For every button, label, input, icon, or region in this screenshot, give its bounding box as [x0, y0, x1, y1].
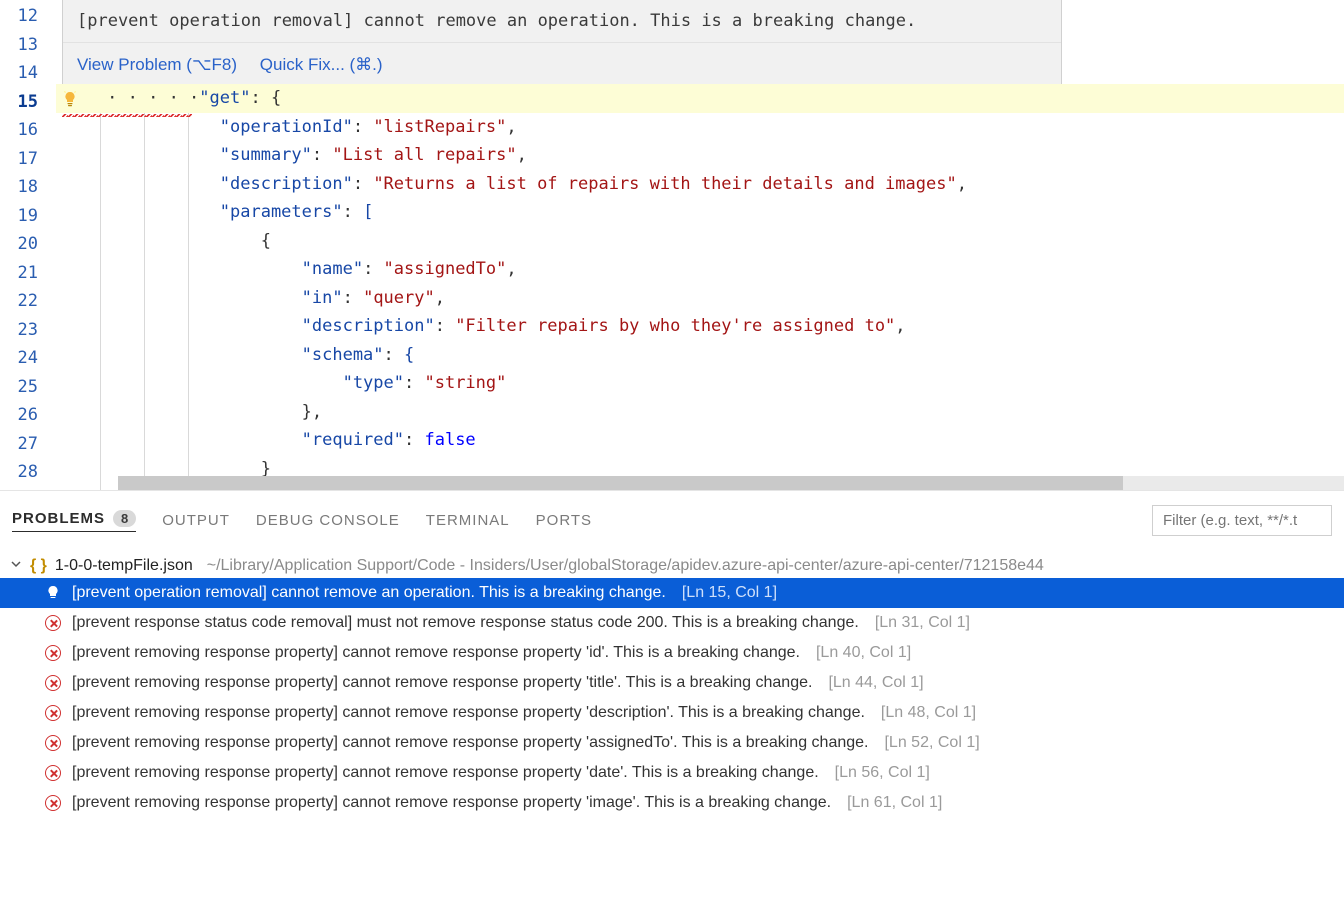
- error-icon: [44, 704, 62, 722]
- problem-location: [Ln 61, Col 1]: [847, 794, 942, 812]
- line-number[interactable]: 22: [0, 287, 38, 316]
- code-line-20[interactable]: {: [56, 227, 1344, 256]
- error-squiggle: [62, 114, 192, 117]
- problems-filter-input[interactable]: [1152, 505, 1332, 536]
- error-icon: [44, 614, 62, 632]
- tab-output[interactable]: OUTPUT: [162, 512, 230, 529]
- problems-file-name: 1-0-0-tempFile.json: [55, 557, 193, 575]
- code-line-19[interactable]: "parameters": [: [56, 198, 1344, 227]
- line-number[interactable]: 12: [0, 2, 38, 31]
- lightbulb-icon[interactable]: [62, 88, 78, 104]
- line-number[interactable]: 16: [0, 116, 38, 145]
- code-line-15[interactable]: · · · · ·"get": {: [56, 84, 1344, 113]
- horizontal-scrollbar[interactable]: [118, 476, 1344, 490]
- hover-widget: [prevent operation removal] cannot remov…: [62, 0, 1062, 90]
- line-number[interactable]: 28: [0, 458, 38, 487]
- line-number[interactable]: 23: [0, 316, 38, 345]
- problem-row[interactable]: [prevent response status code removal] m…: [0, 608, 1344, 638]
- editor-area: 1213141516171819202122232425262728 [prev…: [0, 0, 1344, 490]
- line-number[interactable]: 15: [0, 88, 38, 117]
- problem-row[interactable]: [prevent removing response property] can…: [0, 668, 1344, 698]
- chevron-down-icon[interactable]: [10, 557, 22, 575]
- problem-location: [Ln 31, Col 1]: [875, 614, 970, 632]
- line-number[interactable]: 27: [0, 430, 38, 459]
- problem-row[interactable]: [prevent operation removal] cannot remov…: [0, 578, 1344, 608]
- code-lines[interactable]: · · · · ·"get": { "operationId": "listRe…: [56, 84, 1344, 483]
- line-number-gutter: 1213141516171819202122232425262728: [0, 0, 56, 490]
- view-problem-link[interactable]: View Problem (⌥F8): [77, 55, 237, 74]
- problem-row[interactable]: [prevent removing response property] can…: [0, 638, 1344, 668]
- problem-message: [prevent removing response property] can…: [72, 674, 812, 692]
- problem-location: [Ln 40, Col 1]: [816, 644, 911, 662]
- tab-problems[interactable]: PROBLEMS 8: [12, 510, 136, 532]
- tab-terminal[interactable]: TERMINAL: [426, 512, 510, 529]
- bottom-panel: PROBLEMS 8 OUTPUT DEBUG CONSOLE TERMINAL…: [0, 490, 1344, 904]
- error-icon: [44, 794, 62, 812]
- code-line-17[interactable]: "summary": "List all repairs",: [56, 141, 1344, 170]
- code-line-26[interactable]: },: [56, 398, 1344, 427]
- problems-file-path: ~/Library/Application Support/Code - Ins…: [207, 557, 1044, 575]
- problem-location: [Ln 56, Col 1]: [835, 764, 930, 782]
- line-number[interactable]: 20: [0, 230, 38, 259]
- error-icon: [44, 644, 62, 662]
- error-icon: [44, 674, 62, 692]
- problems-list: { } 1-0-0-tempFile.json ~/Library/Applic…: [0, 542, 1344, 818]
- problem-location: [Ln 52, Col 1]: [884, 734, 979, 752]
- problem-location: [Ln 48, Col 1]: [881, 704, 976, 722]
- line-number[interactable]: 21: [0, 259, 38, 288]
- code-line-27[interactable]: "required": false: [56, 426, 1344, 455]
- code-line-16[interactable]: "operationId": "listRepairs",: [56, 113, 1344, 142]
- problem-message: [prevent operation removal] cannot remov…: [72, 584, 666, 602]
- code-line-21[interactable]: "name": "assignedTo",: [56, 255, 1344, 284]
- problem-message: [prevent response status code removal] m…: [72, 614, 859, 632]
- code-line-24[interactable]: "schema": {: [56, 341, 1344, 370]
- line-number[interactable]: 14: [0, 59, 38, 88]
- problem-message: [prevent removing response property] can…: [72, 704, 865, 722]
- tab-debug-console[interactable]: DEBUG CONSOLE: [256, 512, 400, 529]
- line-number[interactable]: 26: [0, 401, 38, 430]
- problem-message: [prevent removing response property] can…: [72, 794, 831, 812]
- tab-ports[interactable]: PORTS: [536, 512, 592, 529]
- line-number[interactable]: 18: [0, 173, 38, 202]
- problem-row[interactable]: [prevent removing response property] can…: [0, 758, 1344, 788]
- lightbulb-icon: [44, 584, 62, 602]
- error-icon: [44, 764, 62, 782]
- quick-fix-link[interactable]: Quick Fix... (⌘.): [260, 55, 383, 74]
- tab-problems-label: PROBLEMS: [12, 510, 105, 527]
- problem-row[interactable]: [prevent removing response property] can…: [0, 698, 1344, 728]
- panel-tabs: PROBLEMS 8 OUTPUT DEBUG CONSOLE TERMINAL…: [0, 491, 1344, 542]
- problem-message: [prevent removing response property] can…: [72, 734, 868, 752]
- code-line-25[interactable]: "type": "string": [56, 369, 1344, 398]
- error-icon: [44, 734, 62, 752]
- line-number[interactable]: 24: [0, 344, 38, 373]
- problems-file-row[interactable]: { } 1-0-0-tempFile.json ~/Library/Applic…: [0, 554, 1344, 578]
- problem-message: [prevent removing response property] can…: [72, 644, 800, 662]
- problem-row[interactable]: [prevent removing response property] can…: [0, 728, 1344, 758]
- hover-message: [prevent operation removal] cannot remov…: [63, 0, 1061, 42]
- line-number[interactable]: 13: [0, 31, 38, 60]
- json-file-icon: { }: [30, 557, 47, 575]
- code-column[interactable]: [prevent operation removal] cannot remov…: [56, 0, 1344, 490]
- problem-row[interactable]: [prevent removing response property] can…: [0, 788, 1344, 818]
- code-line-18[interactable]: "description": "Returns a list of repair…: [56, 170, 1344, 199]
- problem-message: [prevent removing response property] can…: [72, 764, 819, 782]
- code-line-23[interactable]: "description": "Filter repairs by who th…: [56, 312, 1344, 341]
- line-number[interactable]: 25: [0, 373, 38, 402]
- problem-location: [Ln 44, Col 1]: [828, 674, 923, 692]
- line-number[interactable]: 19: [0, 202, 38, 231]
- hover-actions: View Problem (⌥F8) Quick Fix... (⌘.): [63, 42, 1061, 90]
- code-line-22[interactable]: "in": "query",: [56, 284, 1344, 313]
- problem-location: [Ln 15, Col 1]: [682, 584, 777, 602]
- problems-count-badge: 8: [113, 510, 136, 527]
- line-number[interactable]: 17: [0, 145, 38, 174]
